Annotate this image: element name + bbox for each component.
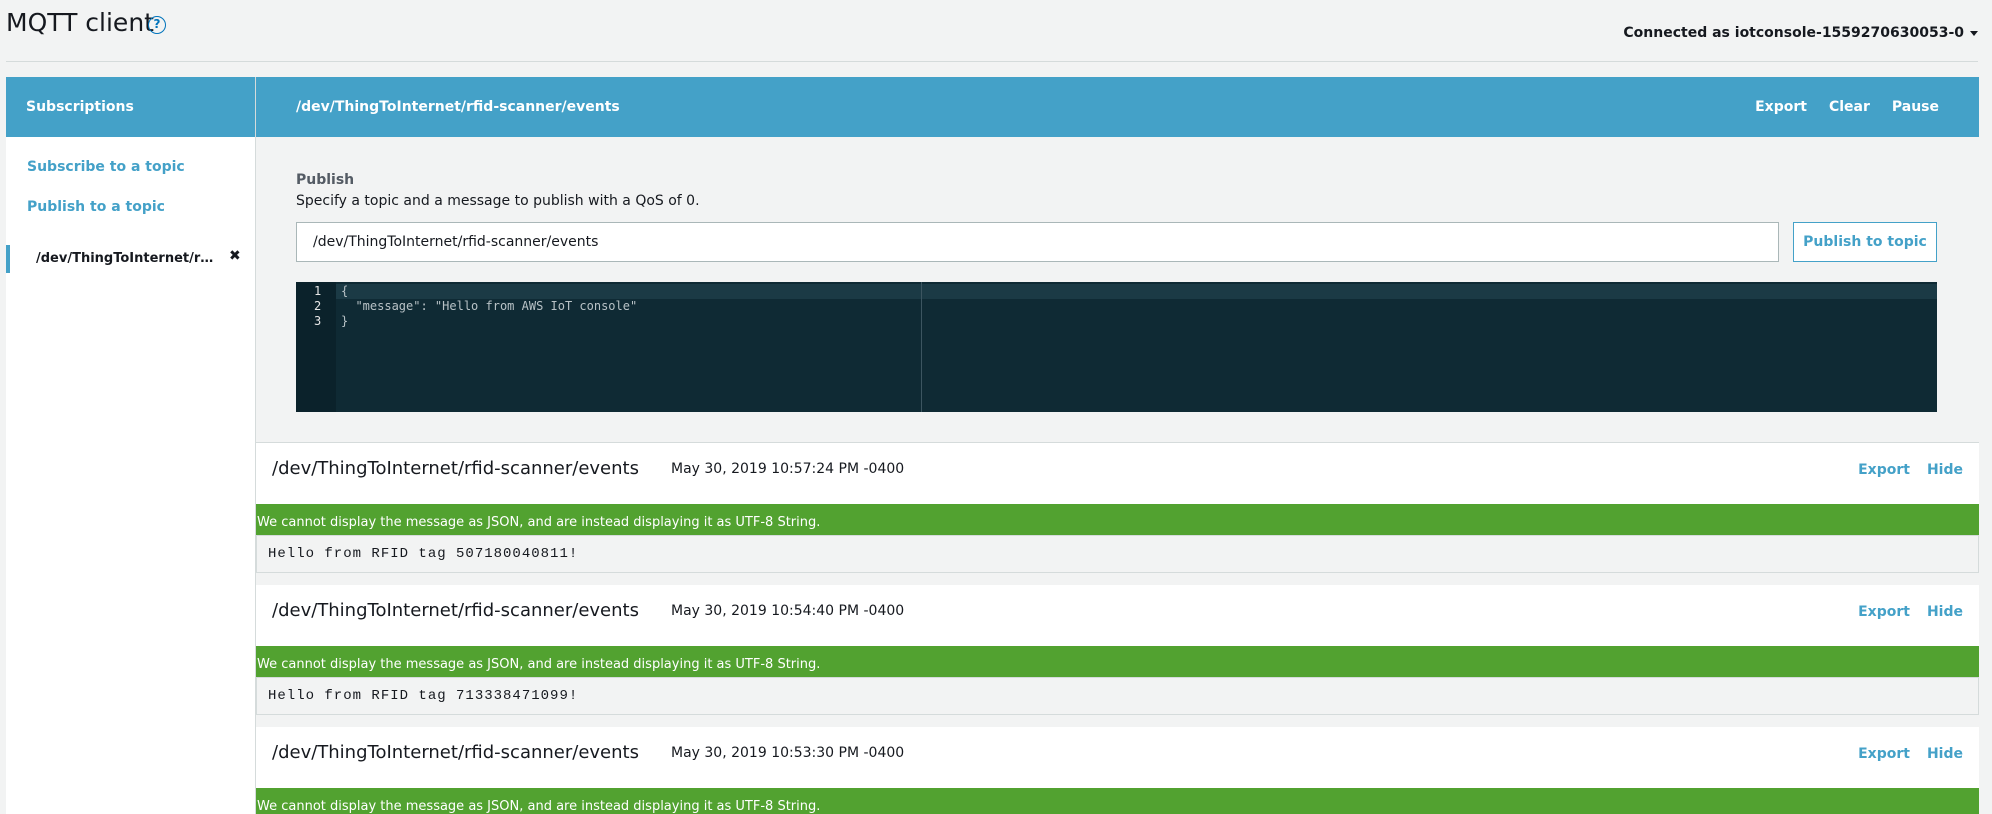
message-editor[interactable]: 1 2 3 { "message": "Hello from AWS IoT c… [296,282,1937,412]
publish-label: Publish [296,172,355,188]
subscribe-to-topic-link[interactable]: Subscribe to a topic [27,159,185,175]
message-body: Hello from RFID tag 507180040811! [256,535,1979,573]
topic-title: /dev/ThingToInternet/rfid-scanner/events [296,99,620,115]
help-icon[interactable]: ? [148,16,166,34]
mqtt-client-page: MQTT client ? Connected as iotconsole-15… [0,0,1992,814]
publish-description: Specify a topic and a message to publish… [296,193,700,209]
page-header: MQTT client ? Connected as iotconsole-15… [0,0,1992,62]
clear-button[interactable]: Clear [1829,99,1870,115]
message-timestamp: May 30, 2019 10:57:24 PM -0400 [671,461,905,477]
hide-button[interactable]: Hide [1927,746,1963,762]
caret-down-icon [1970,30,1978,36]
export-all-button[interactable]: Export [1755,99,1807,115]
message-topic: /dev/ThingToInternet/rfid-scanner/events [272,458,639,479]
message-body: Hello from RFID tag 713338471099! [256,677,1979,715]
export-button[interactable]: Export [1858,746,1910,762]
page-title: MQTT client [6,8,154,37]
code-line: } [341,314,349,328]
message-actions: Export Hide [1858,746,1963,762]
topic-header: /dev/ThingToInternet/rfid-scanner/events… [256,77,1979,137]
publish-topic-input[interactable] [296,222,1779,262]
message-actions: Export Hide [1858,462,1963,478]
format-warning-banner: We cannot display the message as JSON, a… [256,646,1979,677]
close-icon[interactable]: ✖ [229,248,241,264]
header-divider [6,61,1978,62]
format-warning-banner: We cannot display the message as JSON, a… [256,504,1979,535]
connection-label: Connected as iotconsole-1559270630053-0 [1623,25,1964,41]
publish-to-topic-link[interactable]: Publish to a topic [27,199,165,215]
publish-panel: Publish Specify a topic and a message to… [256,137,1979,443]
export-button[interactable]: Export [1858,462,1910,478]
topic-actions: Export Clear Pause [1755,99,1939,115]
hide-button[interactable]: Hide [1927,462,1963,478]
message-card: /dev/ThingToInternet/rfid-scanner/events… [256,585,1979,715]
subscription-item-label: /dev/ThingToInternet/rfid-scanner/events [36,251,222,266]
format-warning-banner: We cannot display the message as JSON, a… [256,788,1979,814]
pause-button[interactable]: Pause [1892,99,1939,115]
message-topic: /dev/ThingToInternet/rfid-scanner/events [272,742,639,763]
code-line: "message": "Hello from AWS IoT console" [341,299,638,313]
message-timestamp: May 30, 2019 10:54:40 PM -0400 [671,603,905,619]
editor-active-line [336,284,1937,299]
line-number: 1 [314,284,322,298]
message-topic: /dev/ThingToInternet/rfid-scanner/events [272,600,639,621]
subscriptions-sidebar: Subscriptions Subscribe to a topic Publi… [6,77,256,814]
sidebar-heading: Subscriptions [6,77,255,137]
publish-to-topic-button[interactable]: Publish to topic [1793,222,1937,262]
export-button[interactable]: Export [1858,604,1910,620]
message-actions: Export Hide [1858,604,1963,620]
message-timestamp: May 30, 2019 10:53:30 PM -0400 [671,745,905,761]
line-number: 3 [314,314,322,328]
editor-print-margin [921,282,922,412]
hide-button[interactable]: Hide [1927,604,1963,620]
connection-dropdown[interactable]: Connected as iotconsole-1559270630053-0 [1623,25,1978,41]
subscription-item[interactable]: /dev/ThingToInternet/rfid-scanner/events… [6,245,255,273]
message-card: /dev/ThingToInternet/rfid-scanner/events… [256,443,1979,573]
code-line: { [341,284,349,298]
message-card: /dev/ThingToInternet/rfid-scanner/events… [256,727,1979,814]
main-content: /dev/ThingToInternet/rfid-scanner/events… [256,77,1979,814]
line-number: 2 [314,299,322,313]
